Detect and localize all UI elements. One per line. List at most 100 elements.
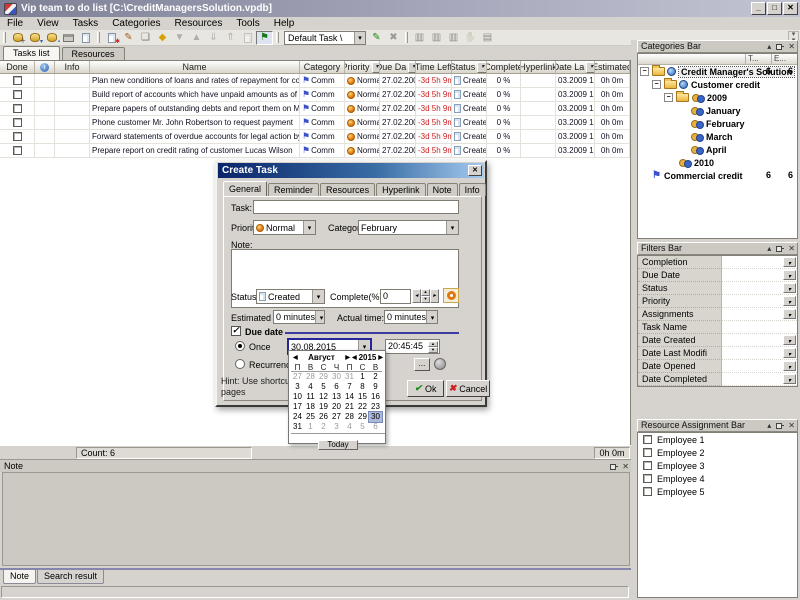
filter-value[interactable] xyxy=(722,295,797,308)
move-bottom-icon[interactable]: ⇓ xyxy=(205,31,222,45)
delete-template-icon[interactable]: ✖ xyxy=(385,31,402,45)
calendar-day[interactable]: 3 xyxy=(330,422,343,432)
calendar-day[interactable]: 11 xyxy=(304,392,317,402)
close-icon[interactable]: ✕ xyxy=(788,244,795,253)
print-icon[interactable] xyxy=(60,31,77,45)
close-icon[interactable]: ✕ xyxy=(788,421,795,430)
filter-dropdown-icon[interactable] xyxy=(408,62,416,73)
tab-search-result[interactable]: Search result xyxy=(37,570,104,584)
new-database-icon[interactable]: ＋ xyxy=(9,31,26,45)
dialog-tab-note[interactable]: Note xyxy=(427,183,458,196)
dropdown-icon[interactable] xyxy=(783,335,796,345)
dropdown-icon[interactable] xyxy=(783,270,796,280)
tree-item-april[interactable]: April xyxy=(638,143,797,156)
actual-time-combo[interactable]: 0 minutes xyxy=(384,310,438,324)
filter-value[interactable] xyxy=(722,360,797,373)
resource-checkbox[interactable] xyxy=(643,461,652,470)
col-info[interactable]: Info xyxy=(55,61,90,73)
collapse-icon[interactable]: ▴ xyxy=(767,421,771,430)
dropdown-icon[interactable] xyxy=(783,309,796,319)
calendar-day[interactable]: 9 xyxy=(369,382,382,392)
delete-resource-icon[interactable]: ▥ xyxy=(445,31,462,45)
collapse-icon[interactable]: ▴ xyxy=(767,244,771,253)
estimated-time-combo[interactable]: 0 minutes xyxy=(273,310,325,324)
toolbar-grip[interactable] xyxy=(97,32,100,43)
calendar-day[interactable]: 1 xyxy=(356,372,369,382)
tree-item-january[interactable]: January xyxy=(638,104,797,117)
calendar-day[interactable]: 1 xyxy=(304,422,317,432)
tree-item-customer-credit[interactable]: Customer credit xyxy=(638,78,797,91)
col-status[interactable]: Status xyxy=(452,61,487,73)
today-button[interactable]: Today xyxy=(318,440,358,450)
spin-down-icon[interactable]: ▼ xyxy=(421,296,430,303)
filter-dropdown-icon[interactable] xyxy=(477,62,487,73)
col-priority-icon[interactable]: i xyxy=(35,61,55,73)
next-year-icon[interactable]: ▶ xyxy=(378,354,383,361)
spin-up-icon[interactable]: ▲ xyxy=(421,289,430,296)
filter-value[interactable] xyxy=(722,282,797,295)
col-time-left[interactable]: Time Left xyxy=(416,61,452,73)
done-checkbox[interactable] xyxy=(13,76,22,85)
calendar-day[interactable]: 25 xyxy=(304,412,317,422)
calendar-day[interactable]: 30 xyxy=(330,372,343,382)
complete-flag-icon[interactable]: ⚑ xyxy=(256,31,273,45)
calendar-day[interactable]: 27 xyxy=(330,412,343,422)
resource-checkbox[interactable] xyxy=(643,474,652,483)
menu-categories[interactable]: Categories xyxy=(105,18,167,29)
calendar-day[interactable]: 29 xyxy=(356,412,369,422)
calendar-day[interactable]: 3 xyxy=(291,382,304,392)
pin-icon[interactable] xyxy=(775,244,784,253)
spin-right-icon[interactable]: ▸ xyxy=(430,289,439,303)
col-date-last[interactable]: Date La xyxy=(556,61,595,73)
dialog-close-icon[interactable]: ✕ xyxy=(468,165,482,176)
apply-template-icon[interactable]: ✎ xyxy=(368,31,385,45)
table-row[interactable]: Phone customer Mr. John Robertson to req… xyxy=(0,116,630,130)
resource-item[interactable]: Employee 1 xyxy=(638,433,797,446)
task-input[interactable] xyxy=(253,200,459,214)
combo-arrow-icon[interactable] xyxy=(312,290,324,303)
filter-value[interactable] xyxy=(722,347,797,360)
complete-reset-button[interactable] xyxy=(443,288,459,303)
resource-checkbox[interactable] xyxy=(643,435,652,444)
filter-value[interactable] xyxy=(722,256,797,269)
col-due-date[interactable]: Due Da xyxy=(380,61,416,73)
calendar-day[interactable]: 24 xyxy=(291,412,304,422)
dialog-tab-reminder[interactable]: Reminder xyxy=(268,183,319,196)
filter-value[interactable] xyxy=(722,334,797,347)
close-button[interactable]: ✕ xyxy=(783,2,798,15)
dialog-tab-general[interactable]: General xyxy=(223,181,267,196)
task-template-combo[interactable]: Default Task \ xyxy=(284,31,366,45)
tree-col-tasks[interactable]: T... xyxy=(745,54,771,64)
prev-month-icon[interactable]: ◀ xyxy=(293,354,298,361)
due-time-input[interactable]: 20:45:45 ▲▼ xyxy=(385,339,440,354)
new-task-icon[interactable]: ✱ xyxy=(103,31,120,45)
calendar-day[interactable]: 20 xyxy=(330,402,343,412)
open-database-icon[interactable]: ▾ xyxy=(26,31,43,45)
once-radio[interactable] xyxy=(235,341,245,351)
edit-resource-icon[interactable]: ▥ xyxy=(428,31,445,45)
note-editor[interactable] xyxy=(2,472,630,566)
calendar-day-selected[interactable]: 30 xyxy=(369,412,382,422)
combo-arrow-icon[interactable] xyxy=(315,311,325,323)
next-month-icon[interactable]: ▶ xyxy=(345,354,350,361)
tab-tasks-list[interactable]: Tasks list xyxy=(3,46,60,60)
filter-value[interactable] xyxy=(722,321,797,334)
calendar-day[interactable]: 16 xyxy=(369,392,382,402)
calendar-day[interactable]: 17 xyxy=(291,402,304,412)
calendar-day[interactable]: 15 xyxy=(356,392,369,402)
menu-file[interactable]: File xyxy=(0,18,30,29)
assign-icon[interactable]: ✋ xyxy=(462,31,479,45)
tree-item-march[interactable]: March xyxy=(638,130,797,143)
move-up-icon[interactable]: ▲ xyxy=(188,31,205,45)
move-top-icon[interactable]: ⇑ xyxy=(222,31,239,45)
menu-view[interactable]: View xyxy=(30,18,66,29)
done-checkbox[interactable] xyxy=(13,118,22,127)
col-priority[interactable]: Priority xyxy=(345,61,380,73)
tree-item-2010[interactable]: 2010 xyxy=(638,156,797,169)
edit-task-icon[interactable]: ✎ xyxy=(120,31,137,45)
priority-combo[interactable]: Normal xyxy=(253,220,316,235)
calendar-day[interactable]: 26 xyxy=(317,412,330,422)
calendar-day[interactable]: 13 xyxy=(330,392,343,402)
calendar-day[interactable]: 4 xyxy=(304,382,317,392)
tree-item-commercial-credit[interactable]: ⚑ Commercial credit 6 6 xyxy=(638,169,797,182)
